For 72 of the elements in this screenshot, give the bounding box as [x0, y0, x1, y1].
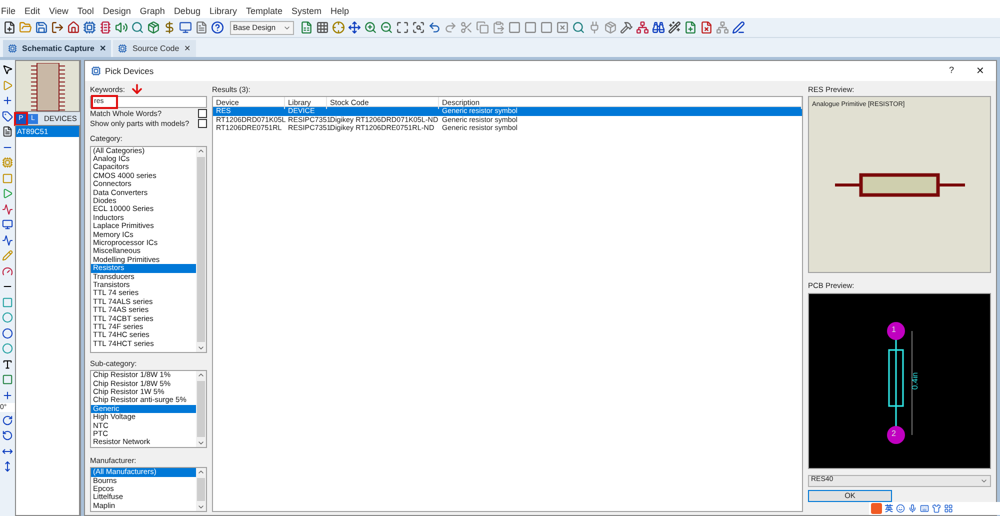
toolbox-icon[interactable] — [944, 504, 953, 513]
emoji-icon[interactable] — [896, 504, 905, 513]
document-icon[interactable] — [194, 20, 209, 35]
dialog-icon — [91, 66, 101, 76]
scrollbar[interactable] — [196, 468, 206, 511]
checkbox[interactable] — [198, 109, 207, 118]
pin-number: 2 — [892, 428, 896, 438]
chip-thumbnail — [30, 63, 64, 111]
tab-icon — [118, 44, 128, 53]
help-button[interactable]: ? — [948, 64, 954, 78]
delete-sheet-icon[interactable] — [699, 20, 714, 35]
tab-label[interactable]: Source Code — [132, 42, 180, 54]
menu-item[interactable]: Edit — [24, 5, 40, 19]
origin-icon[interactable] — [331, 20, 346, 35]
undo-icon[interactable] — [427, 20, 442, 35]
refresh-sheet-icon[interactable] — [299, 20, 314, 35]
menu-item[interactable]: System — [292, 5, 322, 19]
binoculars-icon[interactable] — [651, 20, 666, 35]
package-icon[interactable] — [146, 20, 161, 35]
help-icon[interactable] — [210, 20, 225, 35]
dialog-title: Pick Devices — [105, 64, 154, 78]
zoom-out-icon[interactable] — [379, 20, 394, 35]
hammer-icon[interactable] — [619, 20, 634, 35]
display-icon[interactable] — [178, 20, 193, 35]
checkbox[interactable] — [198, 119, 207, 128]
rotate-ccw-icon[interactable] — [0, 428, 15, 443]
magnifier-icon[interactable] — [130, 20, 145, 35]
pan-icon[interactable] — [347, 20, 362, 35]
zoom-in-icon[interactable] — [363, 20, 378, 35]
new-sheet-icon[interactable] — [683, 20, 698, 35]
pin-number: 1 — [892, 324, 896, 334]
property-tool-icon[interactable] — [667, 20, 682, 35]
home-icon[interactable] — [66, 20, 81, 35]
close-icon[interactable]: ✕ — [99, 42, 106, 54]
block-delete-icon[interactable] — [555, 20, 570, 35]
scrollbar[interactable] — [196, 146, 206, 352]
exit-icon[interactable] — [50, 20, 65, 35]
label-icon[interactable] — [0, 108, 15, 124]
edit-sheet-icon[interactable] — [731, 20, 746, 35]
graph-icon[interactable] — [0, 202, 15, 216]
menu-item[interactable]: Help — [330, 5, 350, 19]
dimension-label: 0.4in — [909, 372, 920, 390]
menu-item[interactable]: Template — [246, 5, 283, 19]
close-button[interactable]: ✕ — [976, 64, 984, 78]
menu-item[interactable]: File — [1, 5, 16, 19]
microphone-icon[interactable] — [908, 504, 917, 513]
pick-device-icon[interactable] — [571, 20, 586, 35]
tab-label[interactable]: Schematic Capture — [22, 42, 94, 54]
tab-icon — [8, 44, 17, 53]
close-icon[interactable]: ✕ — [184, 42, 192, 54]
generator-icon[interactable] — [0, 232, 15, 248]
new-file-icon[interactable] — [2, 20, 17, 35]
grid-icon[interactable] — [315, 20, 330, 35]
highlight-frame — [91, 95, 118, 110]
scrollbar[interactable] — [196, 371, 206, 447]
chip-icon[interactable] — [98, 20, 113, 35]
document-tab[interactable]: Schematic Capture ✕ — [3, 40, 112, 57]
menu-item[interactable]: Design — [102, 5, 131, 19]
zoom-area-icon[interactable] — [411, 20, 426, 35]
skin-icon[interactable] — [932, 504, 941, 513]
menu-item[interactable]: Library — [209, 5, 237, 19]
menu-item[interactable]: Debug — [174, 5, 200, 19]
menu-item[interactable]: Graph — [140, 5, 165, 19]
scroll-down-icon[interactable] — [197, 503, 205, 511]
save-icon[interactable] — [34, 20, 49, 35]
menu-item[interactable]: View — [49, 5, 68, 19]
zoom-fit-icon[interactable] — [395, 20, 410, 35]
speaker-icon[interactable] — [114, 20, 129, 35]
keyboard-icon[interactable] — [920, 504, 929, 513]
ime-mode[interactable]: 英 — [885, 502, 893, 514]
document-tab[interactable]: Source Code ✕ — [113, 40, 196, 57]
menu-item[interactable]: Tool — [77, 5, 94, 19]
